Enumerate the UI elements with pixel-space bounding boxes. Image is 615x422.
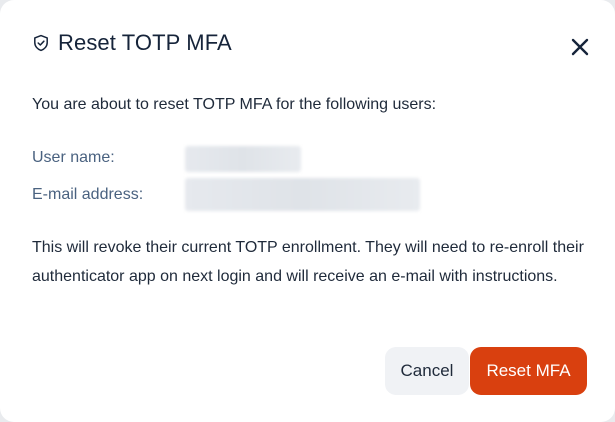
intro-text: You are about to reset TOTP MFA for the … <box>32 96 437 113</box>
email-value-redacted <box>185 178 420 211</box>
dialog-header: Reset TOTP MFA <box>32 30 232 56</box>
cancel-button[interactable]: Cancel <box>385 347 469 395</box>
dialog-title: Reset TOTP MFA <box>58 30 232 55</box>
username-label: User name: <box>32 149 115 166</box>
shield-check-icon <box>32 34 50 52</box>
email-label: E-mail address: <box>32 186 144 203</box>
reset-totp-mfa-dialog: Reset TOTP MFA You are about to reset TO… <box>0 0 615 422</box>
username-value-redacted <box>185 146 301 172</box>
close-button[interactable] <box>566 33 594 61</box>
description-text: This will revoke their current TOTP enro… <box>32 239 584 285</box>
close-icon <box>571 38 589 56</box>
reset-mfa-button[interactable]: Reset MFA <box>470 347 587 395</box>
